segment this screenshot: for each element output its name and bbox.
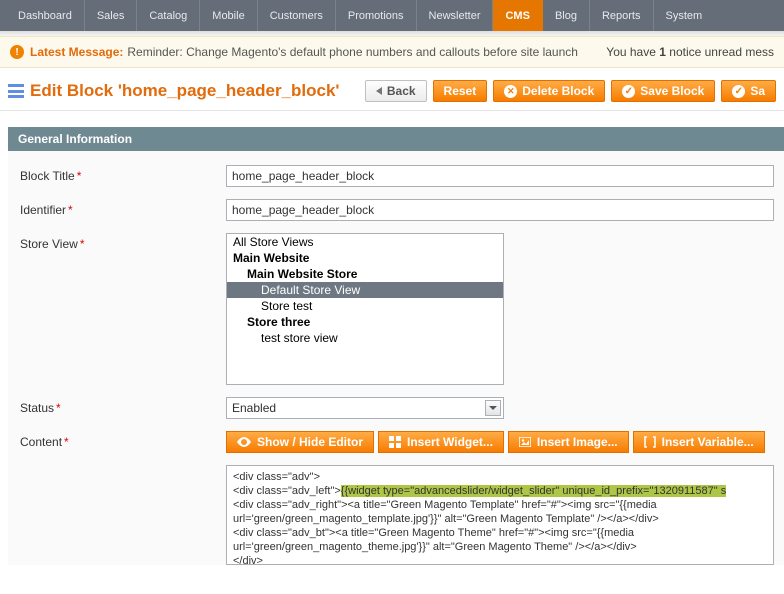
- page-header: Edit Block 'home_page_header_block' Back…: [0, 68, 784, 111]
- block-icon: [8, 84, 24, 98]
- section-body: Block Title* Identifier* Store View* All…: [8, 151, 784, 565]
- nav-item-dashboard[interactable]: Dashboard: [0, 0, 85, 31]
- variable-icon: [644, 436, 656, 448]
- nav-item-sales[interactable]: Sales: [85, 0, 138, 31]
- delete-block-button[interactable]: ✕ Delete Block: [493, 80, 605, 102]
- store-view-option[interactable]: Main Website Store: [227, 266, 503, 282]
- section-title: General Information: [8, 127, 784, 151]
- eye-icon: [237, 437, 251, 447]
- notice-text: Reminder: Change Magento's default phone…: [127, 45, 606, 59]
- chevron-down-icon: [485, 400, 501, 416]
- store-view-option[interactable]: test store view: [227, 330, 503, 346]
- arrow-left-icon: [376, 87, 382, 95]
- store-view-select[interactable]: All Store ViewsMain WebsiteMain Website …: [226, 233, 504, 385]
- nav-item-mobile[interactable]: Mobile: [200, 0, 257, 31]
- notice-label: Latest Message:: [30, 45, 123, 59]
- store-view-option[interactable]: Store three: [227, 314, 503, 330]
- warning-icon: !: [10, 45, 24, 59]
- store-view-option[interactable]: Default Store View: [227, 282, 503, 298]
- store-view-option[interactable]: Main Website: [227, 250, 503, 266]
- notice-right: You have 1 notice unread mess: [606, 45, 774, 59]
- image-icon: [519, 437, 531, 447]
- back-button[interactable]: Back: [365, 80, 427, 102]
- nav-item-blog[interactable]: Blog: [543, 0, 590, 31]
- row-block-title: Block Title*: [8, 165, 784, 187]
- status-select[interactable]: Enabled: [226, 397, 504, 419]
- general-information-section: General Information Block Title* Identif…: [8, 127, 784, 565]
- content-toolbar: Show / Hide Editor Insert Widget... Inse…: [226, 431, 784, 453]
- nav-item-newsletter[interactable]: Newsletter: [417, 0, 494, 31]
- save-block-button[interactable]: Save Block: [611, 80, 715, 102]
- page-title: Edit Block 'home_page_header_block': [30, 81, 365, 101]
- check-icon: [622, 85, 635, 98]
- notice-bar: ! Latest Message: Reminder: Change Magen…: [0, 36, 784, 68]
- row-content: Content* Show / Hide Editor Insert Widge…: [8, 431, 784, 565]
- label-identifier: Identifier*: [20, 199, 226, 217]
- nav-item-catalog[interactable]: Catalog: [137, 0, 200, 31]
- insert-widget-button[interactable]: Insert Widget...: [378, 431, 504, 453]
- store-view-option[interactable]: Store test: [227, 298, 503, 314]
- top-nav: DashboardSalesCatalogMobileCustomersProm…: [0, 0, 784, 31]
- button-row: Back Reset ✕ Delete Block Save Block Sa: [365, 80, 776, 102]
- nav-item-promotions[interactable]: Promotions: [336, 0, 417, 31]
- nav-item-reports[interactable]: Reports: [590, 0, 654, 31]
- row-identifier: Identifier*: [8, 199, 784, 221]
- delete-icon: ✕: [504, 85, 517, 98]
- label-block-title: Block Title*: [20, 165, 226, 183]
- insert-image-button[interactable]: Insert Image...: [508, 431, 629, 453]
- row-status: Status* Enabled: [8, 397, 784, 419]
- label-content: Content*: [20, 431, 226, 449]
- store-view-option[interactable]: All Store Views: [227, 234, 503, 250]
- label-status: Status*: [20, 397, 226, 415]
- row-store-view: Store View* All Store ViewsMain WebsiteM…: [8, 233, 784, 385]
- reset-button[interactable]: Reset: [433, 80, 488, 102]
- nav-item-customers[interactable]: Customers: [258, 0, 336, 31]
- insert-variable-button[interactable]: Insert Variable...: [633, 431, 765, 453]
- status-value: Enabled: [232, 401, 276, 415]
- check-icon: [732, 85, 745, 98]
- content-textarea[interactable]: <div class="adv"><div class="adv_left">{…: [226, 465, 774, 565]
- block-title-input[interactable]: [226, 165, 774, 187]
- identifier-input[interactable]: [226, 199, 774, 221]
- nav-item-system[interactable]: System: [654, 0, 715, 31]
- widget-icon: [389, 436, 401, 448]
- nav-item-cms[interactable]: CMS: [493, 0, 542, 31]
- save-and-button[interactable]: Sa: [721, 80, 776, 102]
- label-store-view: Store View*: [20, 233, 226, 251]
- show-hide-editor-button[interactable]: Show / Hide Editor: [226, 431, 374, 453]
